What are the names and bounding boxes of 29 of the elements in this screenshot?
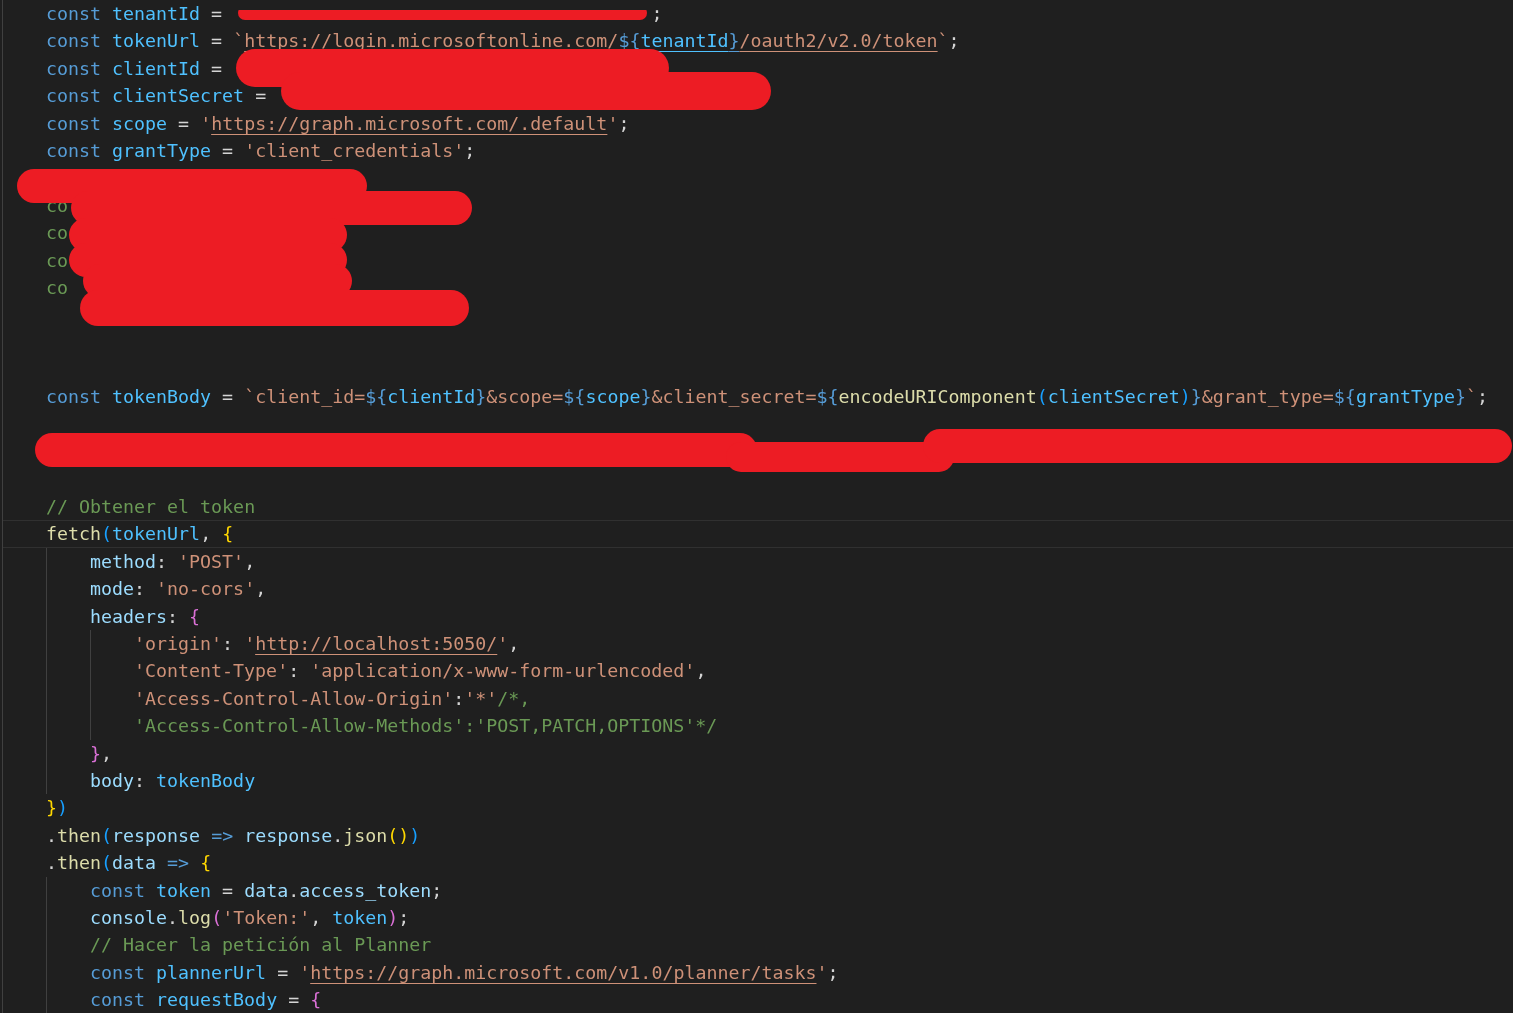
code-line: const tenantId = ; xyxy=(2,0,1513,28)
code-line: // Hacer la petición al Planner xyxy=(2,931,1513,959)
code-line: const requestBody = { xyxy=(2,986,1513,1013)
code-line: const clientSecret = xyxy=(2,82,1513,110)
code-line: headers: { xyxy=(2,602,1513,630)
code-line: }) xyxy=(2,794,1513,822)
code-line: const grantType = 'client_credentials'; xyxy=(2,136,1513,165)
code-line: 'origin': 'http://localhost:5050/', xyxy=(2,630,1513,658)
code-line: fetch(tokenUrl, { xyxy=(2,520,1513,548)
code-line: co xyxy=(2,273,1513,302)
code-line: const tokenBody = `client_id=${clientId}&scope=${scope}&client_secret=${encodeURIComponent(clientSecret)}&grant_type=${grantType}`; xyxy=(2,383,1513,411)
code-line: const tokenUrl = `https://login.microsoftonline.com/${tenantId}/oauth2/v2.0/token`; xyxy=(2,27,1513,55)
code-line: 'Access-Control-Allow-Methods':'POST,PATCH,OPTIONS'*/ xyxy=(2,712,1513,740)
code-line: const plannerUrl = 'https://graph.microsoft.com/v1.0/planner/tasks'; xyxy=(2,958,1513,987)
code-line: const scope = 'https://graph.microsoft.com/.default'; xyxy=(2,109,1513,137)
code-line: body: tokenBody xyxy=(2,766,1513,795)
code-line: }, xyxy=(2,739,1513,767)
code-line: co xyxy=(2,219,1513,247)
code-line: mode: 'no-cors', xyxy=(2,575,1513,603)
code-line: co xyxy=(2,246,1513,274)
code-line: .then(data => { xyxy=(2,849,1513,877)
code-line: const token = data.access_token; xyxy=(2,876,1513,904)
code-line: console.log('Token:', token); xyxy=(2,903,1513,932)
code-line: method: 'POST', xyxy=(2,547,1513,576)
code-line: .then(response => response.json()) xyxy=(2,821,1513,850)
code-line: const clientId = xyxy=(2,54,1513,83)
code-line: // Obtener el token xyxy=(2,493,1513,521)
code-line: 'Access-Control-Allow-Origin':'*'/*, xyxy=(2,684,1513,713)
code-line: 'Content-Type': 'application/x-www-form-urlencoded', xyxy=(2,657,1513,685)
